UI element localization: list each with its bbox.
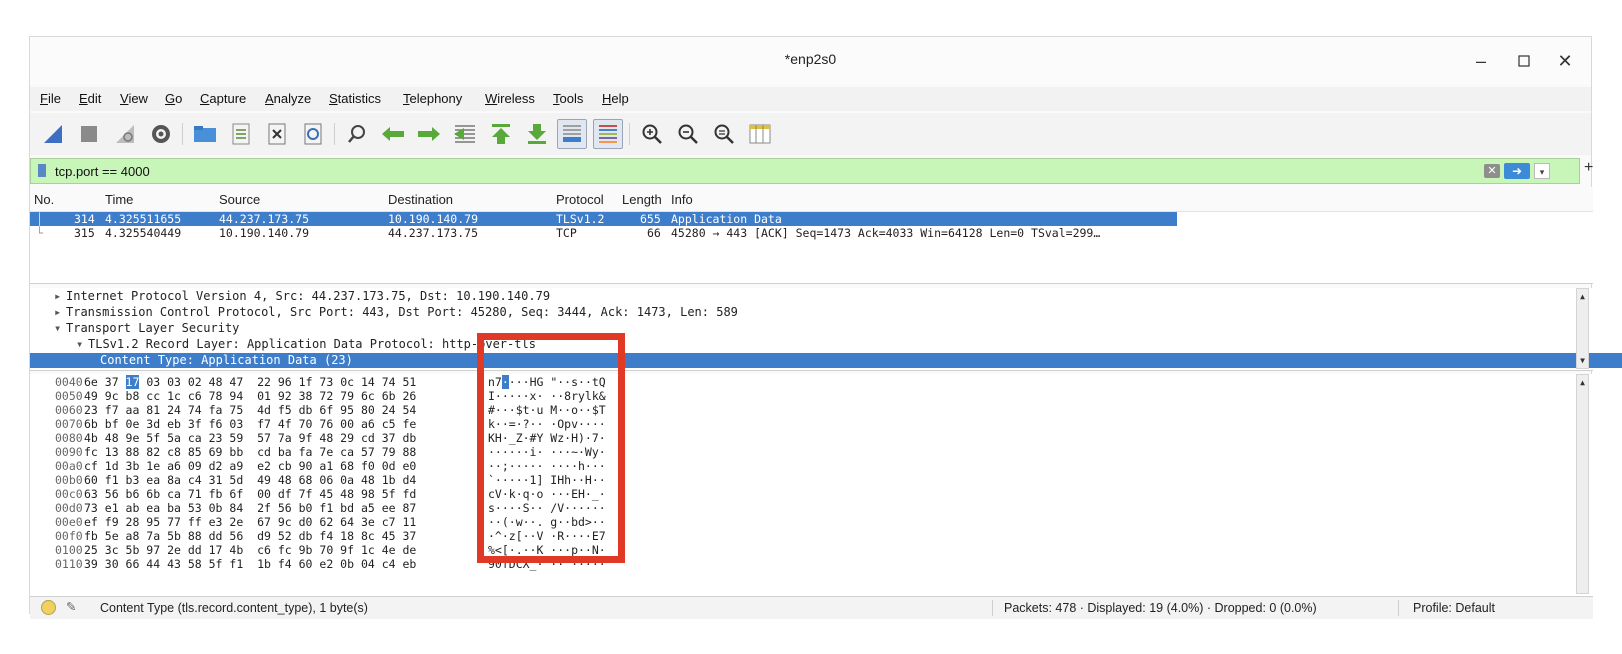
display-filter-bar: ✕ ➜ ▾ [30, 158, 1580, 184]
packet-details-pane: ▸ Internet Protocol Version 4, Src: 44.23… [30, 288, 1622, 371]
maximize-icon[interactable] [1510, 49, 1538, 73]
column-header-time[interactable]: Time [105, 192, 133, 207]
filter-history-dropdown-icon[interactable]: ▾ [1534, 163, 1550, 179]
menu-view[interactable]: View [120, 91, 148, 106]
last-packet-icon[interactable] [522, 119, 552, 149]
collapse-arrow-icon[interactable]: ▾ [76, 337, 88, 352]
edit-comment-icon[interactable]: ✎ [66, 599, 76, 614]
column-header-length[interactable]: Length [622, 192, 662, 207]
related-packet-icon: │ [36, 212, 43, 226]
menu-file[interactable]: File [40, 91, 61, 106]
title-bar: *enp2s0 – ✕ [30, 37, 1591, 85]
main-toolbar [30, 113, 1591, 155]
display-filter-input[interactable] [55, 162, 1435, 180]
bookmark-icon[interactable] [38, 164, 46, 177]
packet-length: 655 [640, 212, 661, 226]
first-packet-icon[interactable] [486, 119, 516, 149]
expert-info-icon[interactable] [41, 600, 56, 615]
back-arrow-icon[interactable] [378, 119, 408, 149]
menu-go[interactable]: Go [165, 91, 182, 106]
packet-source: 44.237.173.75 [219, 212, 310, 226]
save-file-icon[interactable] [226, 119, 256, 149]
packet-info: 45280 → 443 [ACK] Seq=1473 Ack=4033 Win=… [671, 226, 1101, 240]
column-header-destination[interactable]: Destination [388, 192, 453, 207]
clear-filter-icon[interactable]: ✕ [1484, 164, 1500, 178]
related-packet-icon: └ [36, 226, 43, 240]
detail-tree-item[interactable]: ▸ Transmission Control Protocol, Src Port… [30, 305, 1600, 320]
column-header-no[interactable]: No. [34, 192, 54, 207]
forward-arrow-icon[interactable] [414, 119, 444, 149]
packet-length: 66 [647, 226, 661, 240]
find-icon[interactable] [342, 119, 372, 149]
autoscroll-icon[interactable] [557, 119, 587, 149]
shark-fin-start-icon[interactable] [38, 119, 68, 149]
collapse-arrow-icon[interactable]: ▾ [54, 321, 66, 336]
menu-capture[interactable]: Capture [200, 91, 246, 106]
apply-filter-icon[interactable]: ➜ [1504, 163, 1530, 179]
packet-row[interactable]: │ 314 4.325511655 44.237.173.75 10.190.1… [30, 212, 1177, 226]
packet-list: No. Time Source Destination Protocol Len… [30, 187, 1593, 284]
column-header-info[interactable]: Info [671, 192, 693, 207]
resize-columns-icon[interactable] [745, 119, 775, 149]
packet-protocol: TLSv1.2 [556, 212, 605, 226]
packet-list-header: No. Time Source Destination Protocol Len… [30, 187, 1593, 212]
packet-destination: 44.237.173.75 [388, 226, 479, 240]
colorize-icon[interactable] [593, 119, 623, 149]
close-file-icon[interactable] [262, 119, 292, 149]
status-bar: ✎ Content Type (tls.record.content_type)… [30, 596, 1593, 619]
detail-tree-item-selected[interactable]: Content Type: Application Data (23) [30, 353, 1622, 368]
options-gear-icon[interactable] [146, 119, 176, 149]
expand-arrow-icon[interactable]: ▸ [54, 289, 66, 304]
packet-protocol: TCP [556, 226, 577, 240]
menu-bar: File Edit View Go Capture Analyze Statis… [30, 87, 1591, 111]
status-field-info: Content Type (tls.record.content_type), … [100, 601, 368, 615]
packet-time: 4.325511655 [105, 212, 182, 226]
scroll-up-icon[interactable]: ▲ [1577, 291, 1588, 302]
zoom-in-icon[interactable] [637, 119, 667, 149]
menu-analyze[interactable]: Analyze [265, 91, 311, 106]
go-to-packet-icon[interactable] [450, 119, 480, 149]
menu-edit[interactable]: Edit [79, 91, 101, 106]
menu-help[interactable]: Help [602, 91, 629, 106]
restart-icon[interactable] [110, 119, 140, 149]
add-filter-button-icon[interactable]: + [1584, 159, 1593, 177]
zoom-out-icon[interactable] [673, 119, 703, 149]
packet-bytes-pane: 0040 6e 37 17 03 03 02 48 47 22 96 1f 73 … [30, 374, 1593, 596]
menu-telephony[interactable]: Telephony [403, 91, 462, 106]
packet-destination: 10.190.140.79 [388, 212, 479, 226]
detail-tree-item[interactable]: ▸ Internet Protocol Version 4, Src: 44.23… [30, 289, 1600, 304]
packet-no: 314 [74, 212, 95, 226]
menu-statistics[interactable]: Statistics [329, 91, 381, 106]
minimize-icon[interactable]: – [1467, 49, 1495, 73]
window-title: *enp2s0 [784, 51, 837, 67]
menu-tools[interactable]: Tools [553, 91, 583, 106]
zoom-normal-icon[interactable] [709, 119, 739, 149]
expand-arrow-icon[interactable]: ▸ [54, 305, 66, 320]
packet-info: Application Data [671, 212, 782, 226]
packet-no: 315 [74, 226, 95, 240]
scroll-down-icon[interactable]: ▼ [1577, 355, 1588, 366]
packet-row[interactable]: └ 315 4.325540449 10.190.140.79 44.237.1… [30, 226, 1177, 240]
detail-tree-item[interactable]: ▾ Transport Layer Security [30, 321, 1600, 336]
status-profile[interactable]: Profile: Default [1413, 601, 1495, 615]
packet-source: 10.190.140.79 [219, 226, 310, 240]
menu-wireless[interactable]: Wireless [485, 91, 535, 106]
stop-icon[interactable] [74, 119, 104, 149]
packet-time: 4.325540449 [105, 226, 182, 240]
close-icon[interactable]: ✕ [1551, 49, 1579, 73]
column-header-protocol[interactable]: Protocol [556, 192, 604, 207]
column-header-source[interactable]: Source [219, 192, 260, 207]
bytes-scrollbar[interactable] [1576, 374, 1589, 594]
reload-icon[interactable] [298, 119, 328, 149]
wireshark-window: *enp2s0 – ✕ File Edit View Go Capture An… [29, 36, 1622, 619]
open-folder-icon[interactable] [190, 119, 220, 149]
scroll-up-icon[interactable]: ▲ [1577, 377, 1588, 388]
detail-tree-item[interactable]: ▾ TLSv1.2 Record Layer: Application Data … [30, 337, 1622, 352]
status-packet-counts: Packets: 478 · Displayed: 19 (4.0%) · Dr… [1004, 601, 1317, 615]
